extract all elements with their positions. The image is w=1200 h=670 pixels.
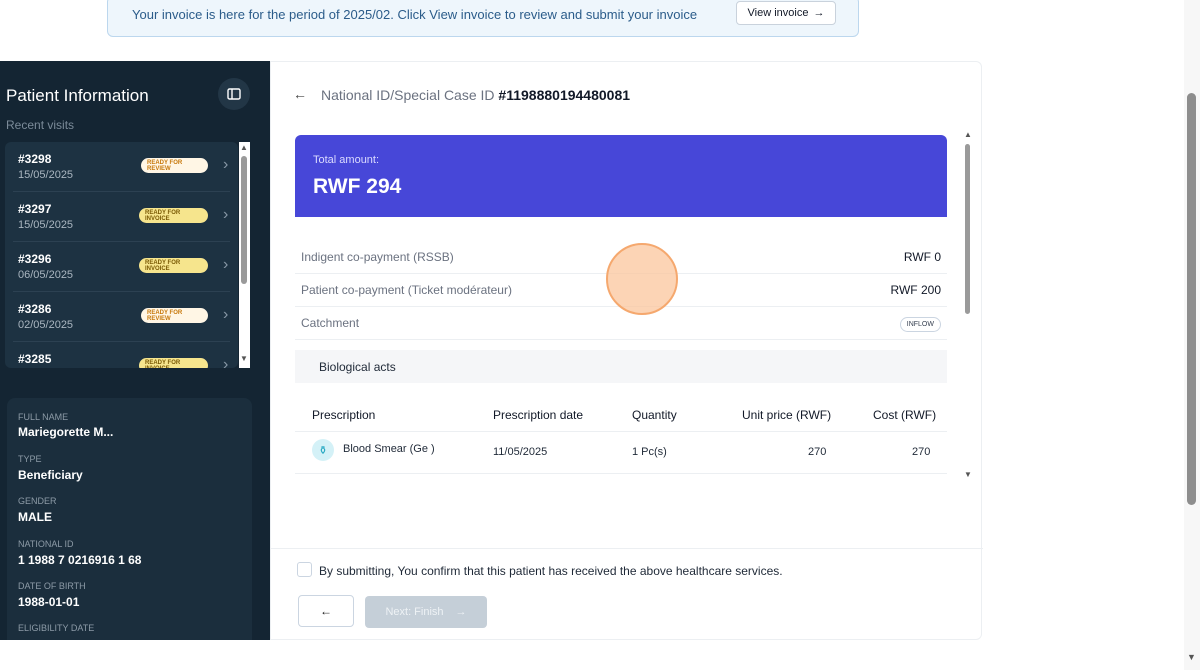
arrow-right-icon: →: [813, 7, 825, 19]
visit-item[interactable]: #3296 06/05/2025 READY FOR INVOICE ›: [13, 242, 230, 292]
chevron-right-icon: ›: [223, 256, 229, 273]
visit-id: #3296: [18, 252, 52, 266]
national-id-label: NATIONAL ID: [18, 539, 74, 549]
scroll-down-icon[interactable]: ▼: [240, 354, 248, 363]
visit-id: #3298: [18, 152, 52, 166]
visit-date: 15/05/2025: [18, 169, 74, 181]
id-label: National ID/Special Case ID: [321, 87, 495, 103]
section-title: Biological acts: [319, 360, 396, 374]
type-value: Beneficiary: [18, 468, 83, 482]
biological-acts-header: Biological acts: [295, 350, 947, 383]
row-label: Patient co-payment (Ticket modérateur): [301, 283, 512, 297]
gender-value: MALE: [18, 510, 52, 524]
date-of-birth-label: DATE OF BIRTH: [18, 581, 86, 591]
col-cost: Cost (RWF): [873, 408, 937, 422]
sidebar-toggle-button[interactable]: [218, 78, 250, 110]
visit-id: #3285: [18, 352, 52, 366]
row-value: RWF 0: [903, 250, 941, 264]
date-of-birth-value: 1988-01-01: [18, 595, 80, 609]
row-label: Indigent co-payment (RSSB): [301, 250, 454, 264]
visit-date: 02/05/2025: [18, 319, 74, 331]
flask-icon: ⚱: [312, 439, 334, 461]
table-header: Prescription Prescription date Quantity …: [295, 397, 947, 432]
back-arrow-icon[interactable]: ←: [293, 86, 307, 102]
total-amount-card: Total amount: RWF 294: [295, 135, 947, 217]
recent-visits-list: #3298 15/05/2025 READY FOR REVIEW › #329…: [5, 142, 238, 368]
visit-item[interactable]: #3297 15/05/2025 READY FOR INVOICE ›: [13, 192, 230, 242]
prescription-date: 11/05/2025: [493, 446, 548, 458]
patient-sidebar: Patient Information Recent visits #3298 …: [0, 61, 270, 640]
quantity: 1 Pc(s): [632, 446, 667, 458]
prescription-name: Blood Smear (Ge ): [343, 443, 435, 455]
col-prescription: Prescription: [312, 408, 376, 422]
scroll-up-icon[interactable]: ▲: [964, 130, 972, 139]
status-badge: READY FOR REVIEW: [141, 158, 208, 173]
arrow-right-icon: →: [455, 606, 467, 618]
scroll-down-icon[interactable]: ▼: [964, 470, 972, 479]
national-id-value: 1 1988 7 0216916 1 68: [18, 553, 142, 567]
invoice-details-panel: ← National ID/Special Case ID #119888019…: [270, 61, 983, 640]
catchment-row: Catchment INFLOW: [295, 307, 947, 340]
eligibility-date-label: ELIGIBILITY DATE: [18, 623, 95, 633]
visit-item[interactable]: #3286 02/05/2025 READY FOR REVIEW ›: [13, 292, 230, 342]
row-value: RWF 200: [890, 283, 941, 297]
col-prescription-date: Prescription date: [493, 408, 584, 422]
banner-text: Your invoice is here for the period of 2…: [132, 7, 698, 22]
view-invoice-button[interactable]: View invoice →: [736, 1, 836, 25]
row-label: Catchment: [301, 316, 360, 330]
panel-toggle-icon: [227, 88, 241, 100]
chevron-right-icon: ›: [223, 156, 229, 173]
recent-visits-label: Recent visits: [6, 118, 75, 132]
visit-item[interactable]: #3285 READY FOR INVOICE ›: [13, 342, 230, 368]
patient-details-card: FULL NAME Mariegorette M... TYPE Benefic…: [7, 398, 252, 640]
sidebar-title: Patient Information: [6, 86, 149, 105]
type-label: TYPE: [18, 454, 42, 464]
scroll-thumb[interactable]: [1187, 93, 1196, 505]
scroll-thumb[interactable]: [241, 156, 247, 284]
scroll-down-icon[interactable]: ▼: [1187, 652, 1196, 662]
full-name-label: FULL NAME: [18, 412, 69, 422]
full-name-value: Mariegorette M...: [18, 425, 114, 439]
visit-id: #3286: [18, 302, 52, 316]
content-scrollbar[interactable]: ▲ ▼: [963, 130, 973, 482]
divider: [271, 548, 983, 549]
id-value: #1198880194480081: [498, 87, 631, 103]
visit-id: #3297: [18, 202, 52, 216]
patient-id-header: National ID/Special Case ID #11988801944…: [321, 87, 630, 103]
back-button[interactable]: ←: [298, 595, 354, 627]
gender-label: GENDER: [18, 496, 57, 506]
total-amount-label: Total amount:: [313, 154, 380, 166]
confirm-label: By submitting, You confirm that this pat…: [319, 564, 783, 578]
cost: 270: [912, 446, 931, 458]
visit-item[interactable]: #3298 15/05/2025 READY FOR REVIEW ›: [13, 142, 230, 192]
cursor-highlight: [606, 243, 678, 315]
status-badge: READY FOR INVOICE: [139, 208, 208, 223]
status-badge: READY FOR REVIEW: [141, 308, 208, 323]
visit-date: 15/05/2025: [18, 219, 74, 231]
confirm-checkbox[interactable]: [297, 562, 312, 577]
total-amount-value: RWF 294: [313, 175, 402, 198]
chevron-right-icon: ›: [223, 306, 229, 323]
status-badge: READY FOR INVOICE: [139, 358, 208, 368]
next-label: Next: Finish: [385, 606, 444, 618]
chevron-right-icon: ›: [223, 356, 229, 368]
scroll-up-icon[interactable]: ▲: [240, 143, 248, 152]
page-scrollbar[interactable]: ▼: [1184, 0, 1200, 670]
table-row: ⚱ Blood Smear (Ge ) 11/05/2025 1 Pc(s) 2…: [295, 432, 947, 474]
next-finish-button[interactable]: Next: Finish →: [365, 596, 487, 628]
chevron-right-icon: ›: [223, 206, 229, 223]
col-quantity: Quantity: [632, 408, 677, 422]
view-invoice-label: View invoice: [747, 7, 809, 19]
invoice-content: Total amount: RWF 294 Indigent co-paymen…: [295, 135, 947, 483]
arrow-left-icon: ←: [320, 604, 332, 618]
invoice-banner: Your invoice is here for the period of 2…: [107, 0, 859, 37]
status-badge: READY FOR INVOICE: [139, 258, 208, 273]
visit-date: 06/05/2025: [18, 269, 74, 281]
unit-price: 270: [808, 446, 827, 458]
scroll-thumb[interactable]: [965, 144, 970, 314]
catchment-badge: INFLOW: [899, 317, 941, 332]
col-unit-price: Unit price (RWF): [742, 408, 832, 422]
visits-scrollbar[interactable]: ▲ ▼: [239, 142, 250, 368]
